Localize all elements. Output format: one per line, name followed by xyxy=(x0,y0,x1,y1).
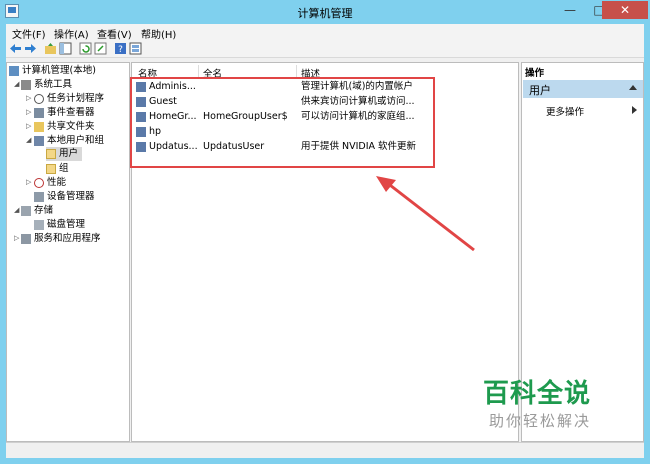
tree-item-device-manager[interactable]: 设备管理器 xyxy=(34,190,95,204)
collapse-triangle-icon[interactable] xyxy=(629,85,637,90)
status-bar xyxy=(6,442,644,458)
expand-arrow-icon[interactable]: ▷ xyxy=(26,178,34,186)
menu-view[interactable]: 查看(V) xyxy=(97,26,132,41)
svg-text:?: ? xyxy=(118,45,123,55)
tree-label: 存储 xyxy=(34,205,54,216)
close-button[interactable]: ✕ xyxy=(602,1,648,19)
menu-file[interactable]: 文件(F) xyxy=(12,26,46,41)
tree-label: 设备管理器 xyxy=(47,191,95,202)
tree-label: 组 xyxy=(59,163,69,174)
tree-item-event-viewer[interactable]: 事件查看器 xyxy=(34,106,95,120)
refresh-icon[interactable] xyxy=(79,42,92,55)
show-hide-tree-icon[interactable] xyxy=(59,42,72,55)
expand-arrow-icon[interactable]: ▷ xyxy=(26,94,34,102)
properties-icon[interactable] xyxy=(129,42,142,55)
expand-arrow-icon[interactable]: ▷ xyxy=(26,122,34,130)
column-divider[interactable] xyxy=(198,65,199,77)
menu-help[interactable]: 帮助(H) xyxy=(141,26,176,41)
tree-label: 本地用户和组 xyxy=(47,135,105,146)
tree-label: 计算机管理(本地) xyxy=(22,65,96,76)
title-bar: 计算机管理 — □ ✕ xyxy=(0,0,650,24)
actions-section-users[interactable]: 用户 xyxy=(523,80,643,98)
collapse-arrow-icon[interactable]: ◢ xyxy=(26,136,34,144)
red-annotation-arrow-icon xyxy=(376,176,475,252)
tree-label: 系统工具 xyxy=(34,79,73,90)
tree-item-system-tools[interactable]: 系统工具 xyxy=(21,78,72,92)
tree-label: 任务计划程序 xyxy=(47,93,105,104)
tools-icon xyxy=(21,79,31,90)
users-group-icon xyxy=(34,135,44,146)
actions-header: 操作 xyxy=(525,68,545,79)
storage-icon xyxy=(21,205,31,216)
tree-item-shared-folders[interactable]: 共享文件夹 xyxy=(34,120,95,134)
tree-item-groups[interactable]: 组 xyxy=(46,162,69,176)
tree-label: 用户 xyxy=(59,148,79,159)
up-folder-icon[interactable] xyxy=(44,42,57,55)
tree-label: 共享文件夹 xyxy=(47,121,95,132)
help-icon[interactable]: ? xyxy=(114,42,127,55)
watermark-title: 百科全说 xyxy=(483,379,592,409)
tree-item-storage[interactable]: 存储 xyxy=(21,204,53,218)
minimize-button[interactable]: — xyxy=(556,1,584,19)
tree-item-services-apps[interactable]: 服务和应用程序 xyxy=(21,232,101,246)
device-manager-icon xyxy=(34,191,44,202)
red-highlight-box xyxy=(130,77,435,168)
services-icon xyxy=(21,233,31,244)
folder-icon xyxy=(46,163,56,174)
watermark-subtitle: 助你轻松解决 xyxy=(489,412,592,430)
menu-bar: 文件(F) 操作(A) 查看(V) 帮助(H) xyxy=(6,24,644,41)
submenu-arrow-icon[interactable] xyxy=(632,106,637,114)
window-title: 计算机管理 xyxy=(297,7,353,20)
tree-label: 事件查看器 xyxy=(47,107,95,118)
actions-section-label: 用户 xyxy=(529,84,551,97)
disk-icon xyxy=(34,219,44,230)
tree-label: 服务和应用程序 xyxy=(34,233,101,244)
expand-arrow-icon[interactable]: ▷ xyxy=(26,108,34,116)
clock-icon xyxy=(34,93,44,104)
computer-icon xyxy=(9,65,19,76)
tree-item-computer-management[interactable]: 计算机管理(本地) xyxy=(9,64,96,78)
tree-label: 性能 xyxy=(47,177,67,188)
tree-item-users[interactable]: 用户 xyxy=(46,147,83,161)
computer-management-window: 计算机管理 — □ ✕ 文件(F) 操作(A) 查看(V) 帮助(H) ? 计算… xyxy=(0,0,650,464)
more-actions-link[interactable]: 更多操作 xyxy=(546,104,584,118)
shared-folder-icon xyxy=(34,121,44,132)
tree-item-disk-management[interactable]: 磁盘管理 xyxy=(34,218,85,232)
tree-item-performance[interactable]: 性能 xyxy=(34,176,66,190)
toolbar: ? xyxy=(6,40,644,58)
menu-action[interactable]: 操作(A) xyxy=(54,26,89,41)
forward-arrow-icon[interactable] xyxy=(24,42,37,55)
navigation-tree: 计算机管理(本地) ◢ 系统工具 ▷ 任务计划程序 ▷ 事件查看器 ▷ 共享文件… xyxy=(6,62,130,442)
column-divider[interactable] xyxy=(296,65,297,77)
event-viewer-icon xyxy=(34,107,44,118)
performance-icon xyxy=(34,177,44,188)
tree-item-task-scheduler[interactable]: 任务计划程序 xyxy=(34,92,104,106)
folder-icon xyxy=(46,148,56,159)
tree-item-local-users-groups[interactable]: 本地用户和组 xyxy=(34,134,104,148)
back-arrow-icon[interactable] xyxy=(9,42,22,55)
export-list-icon[interactable] xyxy=(94,42,107,55)
tree-label: 磁盘管理 xyxy=(47,219,86,230)
